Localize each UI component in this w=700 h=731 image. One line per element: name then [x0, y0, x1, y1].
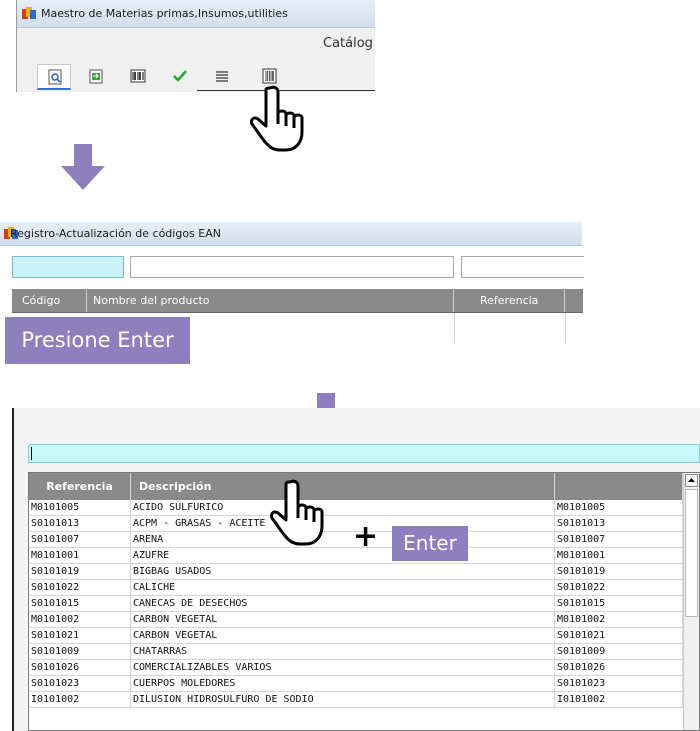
- cell-referencia: M0101005: [29, 500, 131, 515]
- main-window-panel: Maestro de Materias primas,Insumos,utili…: [16, 0, 375, 92]
- preview-button[interactable]: [37, 64, 71, 90]
- table-row[interactable]: M0101005 ACIDO SULFURICO M0101005: [29, 500, 683, 516]
- cell-descripcion: BIGBAG USADOS: [131, 564, 555, 579]
- cell-code: S0101019: [555, 564, 683, 579]
- preview-icon: [48, 69, 62, 85]
- list-button[interactable]: [205, 64, 239, 90]
- table-row[interactable]: M0101002 CARBON VEGETAL M0101002: [29, 612, 683, 628]
- chevron-up-icon: [688, 478, 695, 482]
- cell-referencia: S0101023: [29, 676, 131, 691]
- barcode-button[interactable]: [121, 64, 155, 90]
- cell-code: S0101007: [555, 532, 683, 547]
- cell-code: S0101022: [555, 580, 683, 595]
- app-icon: [22, 7, 36, 19]
- cell-referencia: S0101026: [29, 660, 131, 675]
- cell-referencia: S0101022: [29, 580, 131, 595]
- product-name-input[interactable]: [130, 256, 454, 278]
- table-row[interactable]: I0101002 DILUSION HIDROSULFURO DE SODIO I0…: [29, 692, 683, 708]
- confirm-button[interactable]: [163, 64, 197, 90]
- cell-code: M0101005: [555, 500, 683, 515]
- cell-code: S0101026: [555, 660, 683, 675]
- cell-descripcion: AZUFRE: [131, 548, 555, 563]
- pointer-hand-icon: [250, 85, 304, 152]
- scroll-up-button[interactable]: [685, 474, 698, 487]
- lookup-table: Referencia Descripción M0101005 ACIDO SUL…: [28, 472, 700, 731]
- cell-referencia: M0101002: [29, 612, 131, 627]
- cell-descripcion: CUERPOS MOLEDORES: [131, 676, 555, 691]
- column-header-nombre[interactable]: Nombre del producto: [87, 289, 454, 312]
- table-row[interactable]: S0101015 CANECAS DE DESECHOS S0101015: [29, 596, 683, 612]
- reference-input[interactable]: [461, 256, 584, 278]
- text-caret: [31, 447, 32, 460]
- cell-descripcion: COMERCIALIZABLES VARIOS: [131, 660, 555, 675]
- main-window-titlebar: Maestro de Materias primas,Insumos,utili…: [17, 0, 375, 28]
- down-arrow-icon: [61, 144, 105, 190]
- cell-descripcion: CALICHE: [131, 580, 555, 595]
- cell-descripcion: ARENA: [131, 532, 555, 547]
- ean-table-header: Código Nombre del producto Referencia: [12, 289, 583, 313]
- column-header-codigo[interactable]: Código: [12, 289, 87, 312]
- scrollbar-thumb[interactable]: [685, 489, 698, 617]
- cell-descripcion: CANECAS DE DESECHOS: [131, 596, 555, 611]
- cell-descripcion: CARBON VEGETAL: [131, 612, 555, 627]
- cell-referencia: S0101019: [29, 564, 131, 579]
- cell-descripcion: CHATARRAS: [131, 644, 555, 659]
- cell-code: S0101021: [555, 628, 683, 643]
- column-header-referencia[interactable]: Referencia: [29, 473, 131, 500]
- cell-referencia: S0101007: [29, 532, 131, 547]
- main-toolbar: [17, 60, 375, 92]
- ean-window-titlebar: Registro-Actualización de códigos EAN: [0, 222, 582, 246]
- lookup-search-input[interactable]: [28, 444, 700, 463]
- instruction-label: Presione Enter: [5, 317, 190, 364]
- cell-code: M0101001: [555, 548, 683, 563]
- cell-code: I0101002: [555, 692, 683, 707]
- export-icon: [89, 69, 103, 84]
- cell-referencia: S0101015: [29, 596, 131, 611]
- column-header-descripcion[interactable]: Descripción: [131, 473, 555, 500]
- list-icon: [216, 71, 228, 82]
- enter-key-label: Enter: [392, 526, 468, 561]
- table-row[interactable]: S0101009 CHATARRAS S0101009: [29, 644, 683, 660]
- plus-label: +: [353, 519, 379, 554]
- cell-referencia: S0101021: [29, 628, 131, 643]
- table-row[interactable]: S0101021 CARBON VEGETAL S0101021: [29, 628, 683, 644]
- cell-code: S0101015: [555, 596, 683, 611]
- column-header-code[interactable]: [555, 473, 683, 500]
- cell-code: S0101009: [555, 644, 683, 659]
- table-row[interactable]: S0101026 COMERCIALIZABLES VARIOS S0101026: [29, 660, 683, 676]
- main-window-title: Maestro de Materias primas,Insumos,utili…: [41, 7, 288, 20]
- tab-catalog[interactable]: Catálog: [323, 36, 373, 51]
- cell-descripcion: CARBON VEGETAL: [131, 628, 555, 643]
- pointer-hand-icon: [270, 479, 324, 546]
- export-button[interactable]: [79, 64, 113, 90]
- lookup-table-header: Referencia Descripción: [29, 473, 683, 500]
- table-row[interactable]: S0101023 CUERPOS MOLEDORES S0101023: [29, 676, 683, 692]
- table-row[interactable]: S0101019 BIGBAG USADOS S0101019: [29, 564, 683, 580]
- cell-code: S0101023: [555, 676, 683, 691]
- vertical-scrollbar[interactable]: [683, 473, 699, 730]
- cell-referencia: S0101013: [29, 516, 131, 531]
- check-icon: [173, 70, 187, 82]
- cell-referencia: M0101001: [29, 548, 131, 563]
- cell-descripcion: ACIDO SULFURICO: [131, 500, 555, 515]
- cell-referencia: S0101009: [29, 644, 131, 659]
- barcode-icon: [130, 69, 146, 83]
- ean-window-title: Registro-Actualización de códigos EAN: [10, 227, 221, 240]
- table-row[interactable]: S0101022 CALICHE S0101022: [29, 580, 683, 596]
- code-input[interactable]: [12, 256, 124, 278]
- cell-code: M0101002: [555, 612, 683, 627]
- cell-descripcion: ACPM - GRASAS - ACEITE: [131, 516, 555, 531]
- column-header-referencia[interactable]: Referencia: [454, 289, 565, 312]
- cell-code: S0101013: [555, 516, 683, 531]
- cell-descripcion: DILUSION HIDROSULFURO DE SODIO: [131, 692, 555, 707]
- cell-referencia: I0101002: [29, 692, 131, 707]
